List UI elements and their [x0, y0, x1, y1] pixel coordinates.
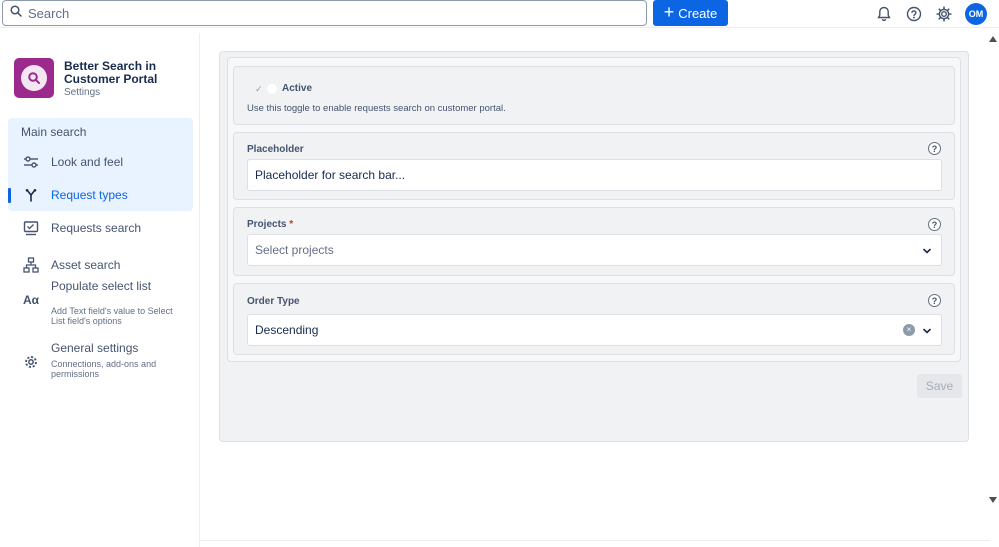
app-subtitle: Settings [64, 87, 101, 98]
scroll-up-arrow[interactable] [989, 36, 997, 42]
sidebar-item-requests-search[interactable]: Requests search [22, 219, 141, 237]
order-type-value: Descending [255, 323, 319, 337]
projects-card: Projects * ? Select projects [233, 207, 955, 276]
active-card: ✓ Active Use this toggle to enable reque… [233, 66, 955, 125]
search-icon [10, 4, 22, 22]
chevron-down-icon[interactable] [922, 245, 932, 255]
active-indicator [8, 188, 11, 203]
sidebar-item-label: Asset search [51, 258, 121, 272]
divider [200, 540, 990, 541]
gear-icon [22, 353, 40, 371]
check-icon: ✓ [255, 83, 263, 94]
sidebar-item-label: Requests search [51, 221, 142, 235]
monitor-icon [22, 219, 40, 237]
help-icon[interactable]: ? [928, 218, 941, 231]
clear-icon[interactable]: × [903, 324, 915, 336]
order-type-select[interactable]: Descending × [247, 314, 942, 346]
placeholder-input[interactable]: Placeholder for search bar... [247, 159, 942, 191]
bell-icon[interactable] [875, 5, 893, 23]
sidebar-item-populate-select-list[interactable]: Aα Populate select list [22, 279, 151, 309]
order-type-card: Order Type ? Descending × [233, 283, 955, 355]
help-icon[interactable]: ? [928, 142, 941, 155]
search-input[interactable]: Search [2, 0, 647, 26]
order-type-label: Order Type [247, 296, 300, 307]
sidebar-item-description: Add Text field's value to Select List fi… [51, 306, 173, 326]
help-icon[interactable]: ? [928, 294, 941, 307]
text-aa-icon: Aα [22, 293, 40, 307]
sidebar-item-asset-search[interactable]: Asset search [22, 256, 120, 274]
avatar[interactable]: OM [965, 3, 987, 25]
help-icon[interactable] [905, 5, 923, 23]
projects-select[interactable]: Select projects [247, 234, 942, 266]
search-placeholder: Search [28, 5, 70, 21]
nav-group-label: Main search [21, 125, 87, 139]
placeholder-value: Placeholder for search bar... [255, 168, 406, 182]
settings-gear-icon[interactable] [935, 5, 953, 23]
app-logo [14, 58, 54, 98]
sidebar-item-request-types[interactable]: Request types [22, 186, 128, 204]
search-logo-icon [21, 65, 47, 91]
placeholder-card: Placeholder ? Placeholder for search bar… [233, 132, 955, 200]
toggle-knob [266, 84, 277, 94]
required-mark: * [289, 219, 294, 230]
active-label: Active [282, 83, 313, 94]
active-toggle[interactable]: ✓ [247, 82, 277, 96]
app-name: Better Search in Customer Portal [64, 59, 158, 86]
sidebar: Better Search in Customer Portal Setting… [0, 33, 200, 547]
scroll-down-arrow[interactable] [989, 497, 997, 503]
create-button-label: Create [678, 5, 718, 21]
projects-label-text: Projects [247, 219, 287, 230]
projects-label: Projects * [247, 219, 293, 230]
projects-placeholder: Select projects [255, 243, 334, 257]
sidebar-item-label: Populate select list [51, 279, 152, 293]
fork-icon [22, 186, 40, 204]
save-button[interactable]: Save [917, 374, 962, 398]
active-help-text: Use this toggle to enable requests searc… [247, 103, 506, 114]
sidebar-item-label: Request types [51, 188, 128, 202]
sidebar-item-label: General settings [51, 341, 139, 355]
sliders-icon [22, 153, 40, 171]
chevron-down-icon[interactable] [922, 325, 932, 335]
create-button[interactable]: + Create [653, 0, 728, 26]
plus-icon: + [663, 2, 675, 22]
sidebar-item-label: Look and feel [51, 155, 124, 169]
sidebar-item-description: Connections, add-ons and permissions [51, 359, 157, 379]
hierarchy-icon [22, 256, 40, 274]
top-navigation-bar: Search + Create OM [0, 0, 999, 28]
placeholder-label: Placeholder [247, 144, 304, 155]
sidebar-item-look-and-feel[interactable]: Look and feel [22, 153, 123, 171]
sidebar-item-general-settings[interactable]: General settings [22, 341, 138, 371]
